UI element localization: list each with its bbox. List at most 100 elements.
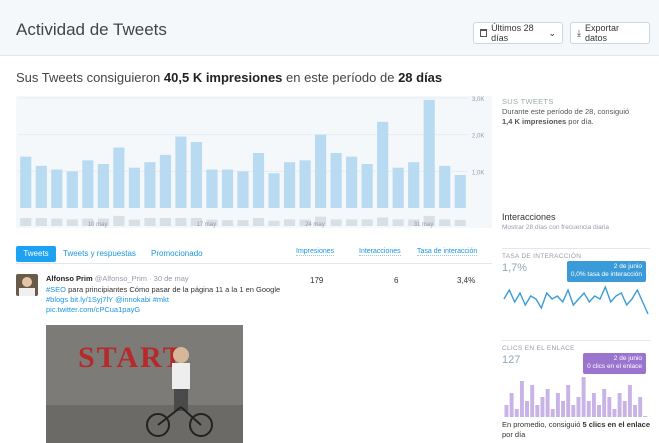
clicks-bar[interactable] bbox=[509, 393, 514, 417]
impressions-bar[interactable] bbox=[439, 165, 451, 208]
clicks-bar[interactable] bbox=[540, 397, 545, 417]
secondary-bar[interactable] bbox=[113, 215, 125, 226]
tab-tweets[interactable]: Tweets bbox=[16, 246, 56, 262]
hashtag-mkt-link[interactable]: #mkt bbox=[153, 295, 169, 304]
clicks-bar[interactable] bbox=[530, 385, 535, 417]
impressions-bar[interactable] bbox=[175, 136, 187, 209]
impressions-bar[interactable] bbox=[268, 173, 280, 208]
column-interaction-rate[interactable]: Tasa de interacción bbox=[417, 248, 478, 256]
impressions-bar[interactable] bbox=[20, 156, 32, 208]
tab-promoted[interactable]: Promocionado bbox=[151, 246, 203, 262]
hashtag-seo-link[interactable]: #SEO bbox=[46, 285, 66, 294]
impressions-bar[interactable] bbox=[190, 142, 203, 208]
impressions-bar[interactable] bbox=[330, 153, 342, 208]
secondary-bar[interactable] bbox=[20, 218, 32, 226]
column-impressions[interactable]: Impresiones bbox=[296, 248, 335, 256]
tweet-row[interactable]: Alfonso Prim @Alfonso_Prim · 30 de may #… bbox=[16, 272, 492, 443]
secondary-bar[interactable] bbox=[128, 219, 140, 226]
clicks-bar[interactable] bbox=[555, 393, 560, 417]
clicks-bar[interactable] bbox=[545, 389, 550, 417]
tweet-image[interactable]: START bbox=[46, 325, 243, 443]
date-range-button[interactable]: Últimos 28 días ⌄ bbox=[473, 22, 563, 44]
impressions-bar[interactable] bbox=[66, 171, 78, 208]
impressions-bar[interactable] bbox=[144, 162, 156, 208]
impressions-bar[interactable] bbox=[283, 162, 296, 208]
secondary-bar[interactable] bbox=[66, 219, 78, 226]
secondary-bar[interactable] bbox=[35, 218, 47, 226]
column-interactions[interactable]: Interacciones bbox=[359, 248, 401, 256]
clicks-bar[interactable] bbox=[627, 385, 632, 417]
secondary-bar[interactable] bbox=[51, 218, 63, 226]
clicks-bar[interactable] bbox=[643, 416, 648, 417]
impressions-bar[interactable] bbox=[35, 165, 47, 208]
export-data-button[interactable]: ⤓ Exportar datos bbox=[570, 22, 650, 44]
clicks-bar[interactable] bbox=[504, 405, 509, 417]
clicks-bar[interactable] bbox=[571, 405, 576, 417]
clicks-bar[interactable] bbox=[586, 401, 591, 417]
impressions-bar[interactable] bbox=[128, 167, 140, 208]
mention-link[interactable]: @innokabi bbox=[115, 295, 151, 304]
impressions-bar[interactable] bbox=[299, 160, 311, 208]
impressions-bar[interactable] bbox=[423, 99, 435, 208]
impressions-bar[interactable] bbox=[346, 156, 358, 208]
impressions-bar[interactable] bbox=[159, 154, 171, 208]
impressions-bar[interactable] bbox=[392, 167, 404, 208]
clicks-bar[interactable] bbox=[597, 405, 602, 417]
impressions-bar[interactable] bbox=[206, 169, 218, 209]
secondary-bar[interactable] bbox=[283, 219, 296, 226]
secondary-bar[interactable] bbox=[237, 220, 249, 226]
impressions-bar[interactable] bbox=[237, 171, 249, 208]
secondary-bar[interactable] bbox=[221, 220, 234, 226]
clicks-bar[interactable] bbox=[576, 397, 581, 417]
tweet-short-link[interactable]: bit.ly/1Syj7lY bbox=[70, 295, 113, 304]
secondary-bar[interactable] bbox=[361, 219, 373, 226]
secondary-bar[interactable] bbox=[392, 219, 404, 226]
clicks-bar[interactable] bbox=[591, 393, 596, 417]
impressions-bar[interactable] bbox=[82, 160, 94, 208]
clicks-bar[interactable] bbox=[602, 389, 607, 417]
impressions-bar[interactable] bbox=[361, 164, 373, 208]
impressions-bar[interactable] bbox=[315, 134, 327, 208]
clicks-bar[interactable] bbox=[514, 409, 519, 417]
start-word: START bbox=[78, 341, 185, 374]
impressions-bar[interactable] bbox=[252, 153, 265, 208]
secondary-bar[interactable] bbox=[454, 219, 466, 226]
tab-tweets-and-replies[interactable]: Tweets y respuestas bbox=[63, 246, 136, 262]
clicks-bar[interactable] bbox=[581, 377, 586, 417]
tweet-author-handle[interactable]: @Alfonso_Prim bbox=[95, 274, 147, 283]
side-summary-bold: 1,4 K impresiones bbox=[502, 117, 567, 127]
secondary-bar[interactable] bbox=[330, 219, 342, 226]
avatar[interactable] bbox=[16, 274, 38, 296]
secondary-bar[interactable] bbox=[144, 218, 156, 226]
impressions-bar[interactable] bbox=[377, 121, 389, 208]
clicks-bar[interactable] bbox=[535, 405, 540, 417]
clicks-bar[interactable] bbox=[561, 401, 566, 417]
impressions-bar[interactable] bbox=[454, 175, 466, 208]
secondary-bar[interactable] bbox=[268, 220, 280, 226]
impressions-bar[interactable] bbox=[408, 162, 420, 208]
clicks-bar[interactable] bbox=[633, 405, 638, 417]
secondary-bar[interactable] bbox=[439, 219, 451, 226]
secondary-bar[interactable] bbox=[175, 218, 187, 226]
secondary-bar[interactable] bbox=[377, 217, 389, 226]
secondary-bar[interactable] bbox=[252, 218, 265, 226]
tweet-pic-link[interactable]: pic.twitter.com/cPCua1payG bbox=[46, 305, 140, 314]
clicks-bar[interactable] bbox=[519, 381, 524, 417]
impressions-bar[interactable] bbox=[97, 164, 109, 208]
clicks-bar[interactable] bbox=[617, 393, 622, 417]
impressions-bar[interactable] bbox=[221, 169, 234, 209]
impressions-bar[interactable] bbox=[51, 169, 63, 209]
clicks-bar[interactable] bbox=[550, 409, 555, 417]
secondary-bar[interactable] bbox=[346, 219, 358, 226]
clicks-bar[interactable] bbox=[566, 385, 571, 417]
secondary-bar[interactable] bbox=[159, 218, 171, 226]
summary-period: 28 días bbox=[398, 70, 443, 85]
impressions-bar[interactable] bbox=[113, 147, 125, 209]
hashtag-blogs-link[interactable]: #blogs bbox=[46, 295, 68, 304]
clicks-bar[interactable] bbox=[525, 401, 530, 417]
clicks-bar[interactable] bbox=[622, 401, 627, 417]
tweet-author-name[interactable]: Alfonso Prim bbox=[46, 274, 93, 283]
clicks-bar[interactable] bbox=[607, 397, 612, 417]
clicks-bar[interactable] bbox=[612, 409, 617, 417]
clicks-bar[interactable] bbox=[638, 397, 643, 417]
